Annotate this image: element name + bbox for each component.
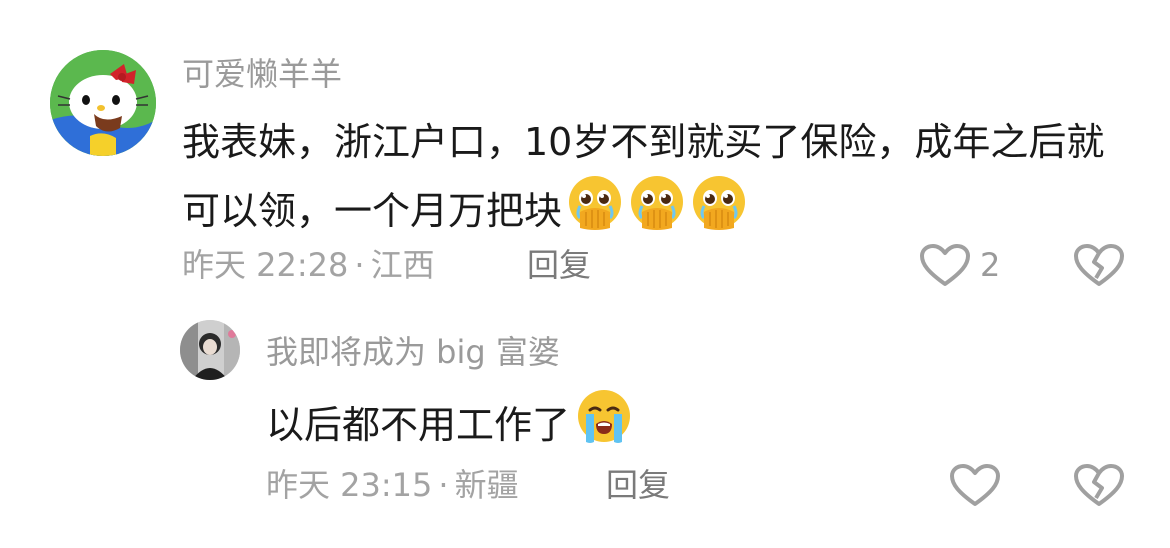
meta-separator: · — [438, 466, 449, 504]
person-photo-avatar-icon — [180, 320, 240, 380]
comment-1: 可爱懒羊羊 我表妹，浙江户口，10岁不到就买了保险，成年之后就可以领，一个月万把… — [0, 0, 1170, 300]
comment-location: 新疆 — [454, 466, 519, 504]
like-count: 2 — [980, 246, 1001, 284]
comment-username[interactable]: 可爱懒羊羊 — [182, 54, 342, 94]
comment-time: 昨天 23:15 — [266, 466, 433, 504]
comment-meta: 昨天 22:28 · 江西 — [182, 244, 435, 286]
heart-outline-icon — [920, 244, 970, 286]
meta-separator: · — [354, 246, 365, 284]
comment-text: 以后都不用工作了 — [266, 388, 1126, 465]
dislike-button[interactable] — [1072, 242, 1126, 288]
comment-text: 我表妹，浙江户口，10岁不到就买了保险，成年之后就可以领，一个月万把块 — [182, 110, 1112, 251]
broken-heart-icon — [1074, 244, 1124, 286]
hands-over-mouth-teary-emoji-icon — [690, 174, 748, 251]
dislike-button[interactable] — [1072, 462, 1126, 508]
avatar[interactable] — [180, 320, 240, 380]
avatar[interactable] — [50, 50, 156, 156]
reply-button[interactable]: 回复 — [527, 244, 591, 286]
comment-body: 以后都不用工作了 — [266, 403, 571, 447]
hello-kitty-avatar-icon — [50, 50, 156, 156]
like-button[interactable] — [948, 462, 1002, 508]
comment-2: 我即将成为 big 富婆 以后都不用工作了 昨天 23:15 · 新疆 回复 — [0, 300, 1170, 548]
broken-heart-icon — [1074, 464, 1124, 506]
comment-meta: 昨天 23:15 · 新疆 — [266, 464, 519, 506]
hands-over-mouth-teary-emoji-icon — [628, 174, 686, 251]
comment-time: 昨天 22:28 — [182, 246, 349, 284]
heart-outline-icon — [950, 464, 1000, 506]
reply-button[interactable]: 回复 — [606, 464, 670, 506]
comment-location: 江西 — [370, 246, 435, 284]
comment-username[interactable]: 我即将成为 big 富婆 — [266, 332, 560, 372]
hands-over-mouth-teary-emoji-icon — [566, 174, 624, 251]
loudly-crying-emoji-icon — [574, 388, 634, 465]
like-button[interactable]: 2 — [918, 242, 1010, 288]
